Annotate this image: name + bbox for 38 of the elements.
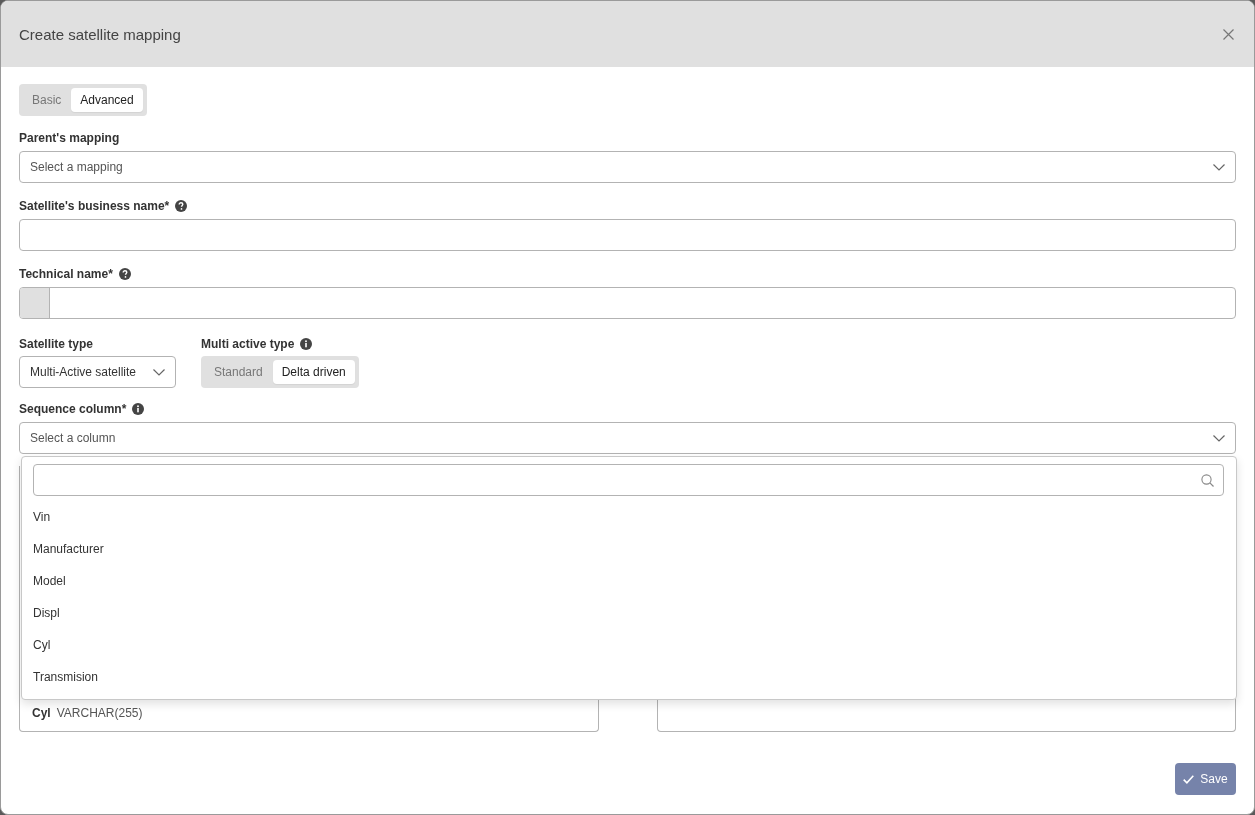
toggle-option[interactable]: Delta driven bbox=[272, 360, 355, 384]
business-name-input[interactable] bbox=[19, 219, 1236, 251]
column-name: Cyl bbox=[32, 706, 51, 720]
dropdown-option[interactable]: Displ bbox=[33, 597, 1224, 629]
close-button[interactable] bbox=[1221, 26, 1236, 42]
search-field[interactable] bbox=[33, 464, 1224, 496]
input-prefix-addon bbox=[20, 288, 50, 318]
field-label: Satellite's business name* bbox=[19, 199, 170, 213]
field-label: Parent's mapping bbox=[19, 131, 120, 145]
field-label: Technical name* bbox=[19, 267, 113, 281]
help-icon bbox=[118, 268, 131, 280]
column-type: VARCHAR(255) bbox=[56, 706, 143, 720]
technical-name-input[interactable] bbox=[19, 287, 1236, 319]
dropdown-option[interactable]: Model bbox=[33, 565, 1224, 597]
search-icon bbox=[1201, 473, 1214, 487]
column-select[interactable]: Select a column bbox=[19, 422, 1236, 454]
check-icon bbox=[1183, 774, 1195, 784]
mapping-select[interactable]: Select a mapping bbox=[19, 151, 1236, 183]
save-button[interactable]: Save bbox=[1175, 763, 1236, 795]
dropdown-option[interactable]: Vin bbox=[33, 501, 1224, 533]
mode-tab[interactable]: Basic bbox=[23, 88, 71, 112]
field-label: Satellite type bbox=[19, 337, 94, 351]
satellite-type-select[interactable]: Multi-Active satellite bbox=[19, 356, 176, 388]
dropdown-option[interactable]: Manufacturer bbox=[33, 533, 1224, 565]
dropdown-option[interactable]: Cyl bbox=[33, 629, 1224, 661]
field-label: Sequence column* bbox=[19, 402, 127, 416]
dropdown-option[interactable]: Transmision bbox=[33, 661, 1224, 693]
mode-tab[interactable]: Advanced bbox=[71, 88, 143, 112]
chevron-down-icon bbox=[1213, 434, 1225, 442]
dialog-title: Create satellite mapping bbox=[19, 25, 181, 43]
info-icon bbox=[300, 338, 313, 350]
help-icon bbox=[175, 200, 188, 212]
close-icon bbox=[1223, 28, 1234, 40]
chevron-down-icon bbox=[153, 368, 165, 376]
info-icon bbox=[132, 403, 145, 415]
chevron-down-icon bbox=[1213, 163, 1225, 171]
field-label: Multi active type bbox=[201, 337, 295, 351]
toggle-option[interactable]: Standard bbox=[205, 360, 272, 384]
